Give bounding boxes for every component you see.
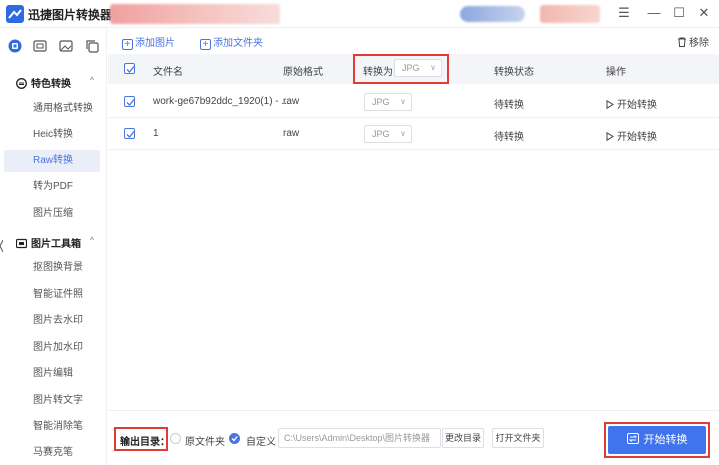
row-start-label: 开始转换 bbox=[617, 132, 657, 143]
toolbox-icon bbox=[16, 238, 27, 249]
radio-custom-folder-label: 自定义 bbox=[246, 437, 276, 448]
group-toolbox-label: 图片工具箱 bbox=[31, 239, 81, 250]
row-status: 待转换 bbox=[494, 132, 524, 143]
sidebar-item-compress[interactable]: 图片压缩 bbox=[4, 203, 100, 225]
user-account[interactable] bbox=[460, 6, 525, 22]
check-icon bbox=[126, 131, 135, 138]
sidebar-item-edit[interactable]: 图片编辑 bbox=[4, 363, 100, 385]
check-icon bbox=[126, 66, 135, 73]
row-target-select[interactable]: JPG ∨ bbox=[364, 125, 412, 143]
header-status: 转换状态 bbox=[494, 67, 534, 78]
sidebar-item-mosaic[interactable]: 马赛克笔 bbox=[4, 442, 100, 464]
play-icon bbox=[606, 131, 614, 142]
play-icon bbox=[606, 99, 614, 110]
open-folder-button[interactable]: 打开文件夹 bbox=[492, 428, 544, 448]
radio-custom-folder[interactable] bbox=[229, 433, 240, 444]
maximize-icon[interactable]: ☐ bbox=[670, 4, 688, 22]
add-folder-button[interactable]: + 添加文件夹 bbox=[200, 34, 263, 50]
group-special-convert-label: 特色转换 bbox=[31, 79, 71, 90]
convert-icon bbox=[16, 78, 27, 89]
chevron-down-icon: ∨ bbox=[400, 129, 406, 138]
header-action: 操作 bbox=[606, 67, 626, 78]
menu-icon[interactable]: ☰ bbox=[615, 4, 633, 22]
sidebar-item-cutout[interactable]: 抠图换背景 bbox=[4, 257, 100, 279]
sidebar-top-icons bbox=[0, 36, 107, 58]
change-dir-button[interactable]: 更改目录 bbox=[442, 428, 484, 448]
trash-icon bbox=[678, 37, 686, 47]
sidebar-item-eraser[interactable]: 智能消除笔 bbox=[4, 416, 100, 438]
plus-icon: + bbox=[200, 39, 211, 50]
radio-original-folder[interactable] bbox=[170, 433, 181, 444]
row-format: raw bbox=[283, 128, 300, 139]
sidebar-item-heic[interactable]: Heic转换 bbox=[4, 124, 100, 146]
group-toolbox[interactable]: 图片工具箱 bbox=[16, 235, 81, 250]
sidebar-collapse-handle-icon[interactable] bbox=[0, 240, 3, 252]
row-status: 待转换 bbox=[494, 100, 524, 111]
highlight-box bbox=[604, 422, 710, 458]
plus-icon: + bbox=[122, 39, 133, 50]
toolbar: + 添加图片 + 添加文件夹 移除 bbox=[108, 28, 719, 54]
remove-button[interactable]: 移除 bbox=[677, 34, 709, 49]
header-filename: 文件名 bbox=[153, 67, 183, 78]
sidebar-item-pdf[interactable]: 转为PDF bbox=[4, 176, 100, 198]
table-row[interactable]: work-ge67b92ddc_1920(1) - ... raw JPG ∨ 待… bbox=[108, 86, 719, 118]
collapse-arrow-icon[interactable]: ^ bbox=[90, 76, 94, 85]
add-image-label: 添加图片 bbox=[135, 38, 175, 49]
chevron-down-icon: ∨ bbox=[400, 97, 406, 106]
home-icon[interactable] bbox=[8, 39, 22, 53]
row-checkbox[interactable] bbox=[124, 96, 135, 107]
sidebar-item-general[interactable]: 通用格式转换 bbox=[4, 98, 100, 120]
highlight-box bbox=[353, 54, 449, 84]
check-icon bbox=[231, 436, 238, 442]
minimize-icon[interactable]: — bbox=[645, 4, 663, 22]
copy-icon[interactable] bbox=[85, 39, 99, 53]
row-format: raw bbox=[283, 96, 300, 107]
collapse-arrow-icon[interactable]: ^ bbox=[90, 236, 94, 245]
row-start-button[interactable]: 开始转换 bbox=[606, 128, 657, 143]
sidebar-item-add-watermark[interactable]: 图片加水印 bbox=[4, 337, 100, 359]
row-start-button[interactable]: 开始转换 bbox=[606, 96, 657, 111]
row-filename: work-ge67b92ddc_1920(1) - ... bbox=[153, 96, 290, 107]
sidebar: 特色转换 ^ 通用格式转换 Heic转换 Raw转换 转为PDF 图片压缩 图片… bbox=[0, 28, 107, 465]
row-target-select[interactable]: JPG ∨ bbox=[364, 93, 412, 111]
highlight-box bbox=[114, 427, 168, 451]
header-format: 原始格式 bbox=[283, 67, 323, 78]
app-logo-icon bbox=[6, 5, 24, 23]
select-all-checkbox[interactable] bbox=[124, 63, 135, 74]
sidebar-item-remove-watermark[interactable]: 图片去水印 bbox=[4, 310, 100, 332]
title-bar: 迅捷图片转换器 ☰ — ☐ ✕ bbox=[0, 0, 719, 28]
vip-button[interactable] bbox=[540, 5, 600, 23]
picture-icon[interactable] bbox=[59, 39, 73, 53]
row-checkbox[interactable] bbox=[124, 128, 135, 139]
row-target-select-value: JPG bbox=[372, 97, 390, 107]
sidebar-item-ocr[interactable]: 图片转文字 bbox=[4, 390, 100, 412]
image-icon[interactable] bbox=[33, 39, 47, 53]
add-image-button[interactable]: + 添加图片 bbox=[122, 34, 175, 50]
output-path-input[interactable]: C:\Users\Admin\Desktop\图片转换器 bbox=[278, 428, 441, 448]
promo-banner[interactable] bbox=[110, 4, 280, 24]
add-folder-label: 添加文件夹 bbox=[213, 38, 263, 49]
app-title: 迅捷图片转换器 bbox=[28, 8, 113, 22]
check-icon bbox=[126, 99, 135, 106]
remove-label: 移除 bbox=[689, 38, 709, 49]
sidebar-item-id-photo[interactable]: 智能证件照 bbox=[4, 284, 100, 306]
radio-original-folder-label: 原文件夹 bbox=[185, 437, 225, 448]
close-icon[interactable]: ✕ bbox=[695, 4, 713, 22]
row-filename: 1 bbox=[153, 128, 159, 139]
table-row[interactable]: 1 raw JPG ∨ 待转换 开始转换 bbox=[108, 118, 719, 150]
group-special-convert[interactable]: 特色转换 bbox=[16, 75, 71, 90]
output-bar: 输出目录： 原文件夹 自定义 C:\Users\Admin\Desktop\图片… bbox=[108, 410, 719, 465]
sidebar-item-raw[interactable]: Raw转换 bbox=[4, 150, 100, 172]
row-start-label: 开始转换 bbox=[617, 100, 657, 111]
row-target-select-value: JPG bbox=[372, 129, 390, 139]
